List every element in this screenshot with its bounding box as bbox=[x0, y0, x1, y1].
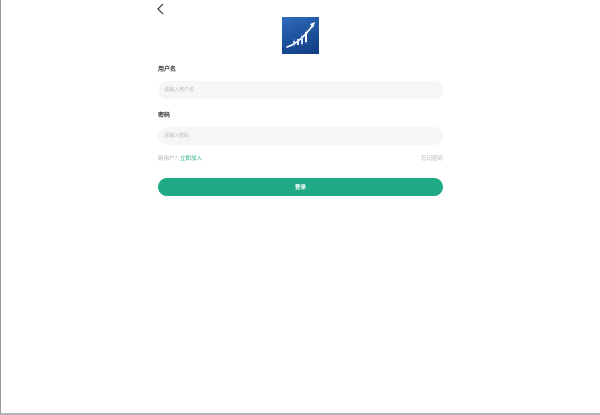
password-input[interactable] bbox=[158, 127, 443, 145]
chevron-left-icon bbox=[157, 3, 164, 15]
login-button[interactable]: 登录 bbox=[158, 178, 443, 196]
username-input[interactable] bbox=[158, 81, 443, 99]
new-user-prefix: 新用户？ bbox=[158, 156, 181, 162]
window-frame-left bbox=[0, 0, 1, 415]
back-button[interactable] bbox=[154, 2, 168, 16]
auth-links-row: 新用户？立即加入 忘记密码 bbox=[158, 154, 443, 163]
growth-chart-logo-icon bbox=[286, 22, 315, 48]
new-user-text: 新用户？立即加入 bbox=[158, 154, 202, 162]
username-label: 用户名 bbox=[158, 67, 177, 73]
join-now-link[interactable]: 立即加入 bbox=[180, 156, 202, 162]
forgot-password-link[interactable]: 忘记密码 bbox=[421, 154, 443, 162]
app-logo bbox=[282, 17, 319, 54]
password-label: 密码 bbox=[158, 113, 171, 119]
